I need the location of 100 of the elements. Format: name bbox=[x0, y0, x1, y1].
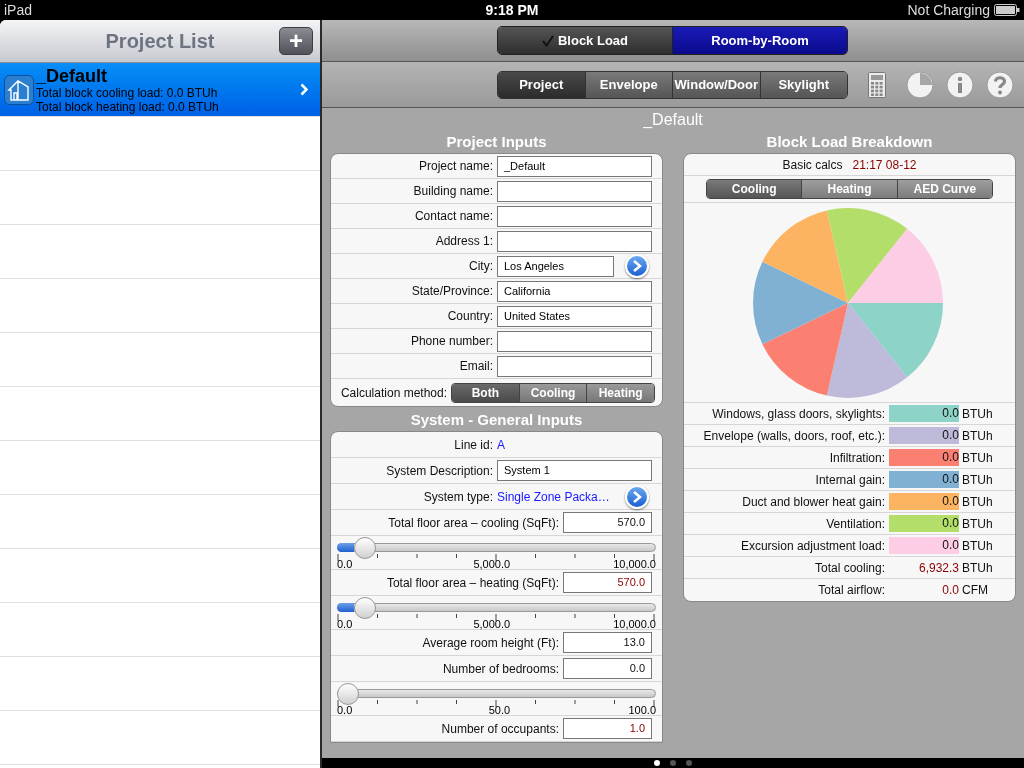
project-row[interactable]: _Default Total block cooling load: 0.0 BTUh Total block heating load: 0.0 BTUh bbox=[0, 63, 320, 117]
slider-thumb[interactable] bbox=[353, 597, 376, 619]
input-field[interactable] bbox=[497, 230, 652, 252]
method-option[interactable]: Cooling bbox=[518, 383, 587, 402]
slider-fill bbox=[337, 603, 354, 612]
total-value: 6,932.3 bbox=[917, 559, 959, 577]
field-label: Number of occupants: bbox=[440, 720, 560, 738]
section-tab[interactable]: Skylight bbox=[759, 71, 847, 98]
unit-label: BTUh bbox=[962, 449, 993, 467]
field-label: Phone number: bbox=[409, 333, 494, 350]
section-tab[interactable]: Window/Door bbox=[672, 71, 760, 98]
input-field[interactable] bbox=[497, 355, 652, 377]
pie-chart-icon[interactable] bbox=[906, 70, 934, 99]
add-button[interactable]: + bbox=[279, 27, 313, 55]
method-option[interactable]: Both bbox=[452, 383, 519, 402]
unit-label: BTUh bbox=[962, 493, 993, 511]
unit-label: BTUh bbox=[962, 471, 993, 489]
slider-track[interactable] bbox=[337, 537, 656, 559]
input-field[interactable]: United States bbox=[497, 305, 652, 327]
chevron-icon bbox=[300, 83, 308, 96]
total-label: Total cooling: bbox=[813, 559, 886, 577]
picker-value[interactable]: Single Zone Packa… bbox=[497, 487, 625, 506]
section-tab[interactable]: Project bbox=[498, 71, 585, 98]
field-label: Calculation method: bbox=[339, 384, 448, 402]
checkmark-icon bbox=[541, 34, 554, 47]
slider-thumb[interactable] bbox=[337, 683, 359, 705]
input-field[interactable]: _Default bbox=[497, 155, 652, 177]
input-field[interactable]: 570.0 bbox=[563, 512, 652, 533]
info-icon[interactable] bbox=[946, 70, 974, 99]
calc-label: Basic calcs bbox=[782, 156, 843, 174]
field-label: Contact name: bbox=[413, 208, 494, 225]
input-field[interactable]: 1.0 bbox=[563, 718, 652, 739]
help-icon[interactable] bbox=[986, 70, 1014, 99]
unit-label: CFM bbox=[962, 582, 988, 599]
unit-label: BTUh bbox=[962, 427, 993, 445]
project-name: _Default bbox=[36, 65, 108, 86]
slider-thumb[interactable] bbox=[353, 537, 376, 559]
field-label: Total floor area – heating (SqFt): bbox=[385, 574, 560, 592]
total-label: Total airflow: bbox=[817, 582, 886, 599]
field-label: System type: bbox=[422, 488, 494, 506]
field-label: Building name: bbox=[412, 183, 494, 200]
slider-max-label: 100.0 bbox=[628, 705, 656, 715]
disclosure-button[interactable] bbox=[625, 254, 649, 278]
mode-tab[interactable]: Block Load bbox=[498, 27, 672, 54]
method-option[interactable]: Heating bbox=[586, 383, 654, 402]
field-label: Country: bbox=[446, 308, 494, 325]
input-field[interactable]: System 1 bbox=[497, 460, 652, 481]
input-field[interactable]: 0.0 bbox=[563, 658, 652, 679]
field-label: Average room height (Ft): bbox=[421, 634, 560, 652]
field-label: Number of bedrooms: bbox=[441, 660, 560, 678]
input-field[interactable] bbox=[497, 205, 652, 227]
input-field[interactable]: 570.0 bbox=[563, 572, 652, 593]
battery-status: Not Charging bbox=[907, 0, 990, 20]
chevron-icon bbox=[632, 490, 642, 503]
slider-fill bbox=[337, 543, 354, 552]
cooling-load-text: Total block cooling load: 0.0 BTUh bbox=[36, 85, 219, 100]
load-label: Windows, glass doors, skylights: bbox=[711, 405, 886, 423]
slider-min-label: 0.0 bbox=[337, 619, 353, 629]
chart-tab[interactable]: Cooling bbox=[707, 180, 802, 198]
slider-mid-label: 5,000.0 bbox=[473, 559, 511, 569]
input-field[interactable] bbox=[497, 330, 652, 352]
input-field[interactable]: California bbox=[497, 280, 652, 302]
mode-tab[interactable]: Room-by-Room bbox=[672, 27, 847, 54]
load-label: Internal gain: bbox=[814, 471, 886, 489]
house-icon bbox=[4, 74, 34, 105]
load-value: 0.0 bbox=[889, 537, 959, 554]
load-value: 0.0 bbox=[889, 515, 959, 532]
disclosure-button[interactable] bbox=[625, 484, 649, 509]
calculator-icon[interactable] bbox=[868, 71, 886, 98]
load-value: 0.0 bbox=[889, 471, 959, 488]
field-value: A bbox=[497, 436, 505, 454]
section-title: Block Load Breakdown bbox=[765, 132, 934, 152]
device-name: iPad bbox=[4, 0, 33, 20]
input-field[interactable] bbox=[497, 180, 652, 202]
chevron-icon bbox=[632, 260, 642, 272]
slider-track[interactable] bbox=[337, 683, 656, 705]
load-label: Duct and blower heat gain: bbox=[741, 493, 886, 511]
load-label: Envelope (walls, doors, roof, etc.): bbox=[702, 427, 886, 445]
load-value: 0.0 bbox=[889, 493, 959, 510]
unit-label: BTUh bbox=[962, 559, 993, 577]
project-title: _Default bbox=[643, 110, 703, 130]
field-label: State/Province: bbox=[410, 283, 494, 300]
load-label: Excursion adjustment load: bbox=[739, 537, 886, 555]
input-field[interactable]: 13.0 bbox=[563, 632, 652, 653]
unit-label: BTUh bbox=[962, 537, 993, 555]
battery-icon bbox=[994, 4, 1020, 16]
field-label: System Description: bbox=[385, 462, 494, 480]
field-label: Project name: bbox=[417, 158, 494, 175]
load-label: Infiltration: bbox=[828, 449, 886, 467]
clock: 9:18 PM bbox=[485, 0, 539, 20]
slider-max-label: 10,000.0 bbox=[613, 559, 656, 569]
load-value: 0.0 bbox=[889, 427, 959, 444]
slider-mid-label: 50.0 bbox=[488, 705, 511, 715]
input-field[interactable]: Los Angeles bbox=[497, 255, 614, 277]
section-title: Project Inputs bbox=[445, 132, 548, 152]
unit-label: BTUh bbox=[962, 515, 993, 533]
section-tab[interactable]: Envelope bbox=[584, 71, 672, 98]
slider-track[interactable] bbox=[337, 597, 656, 619]
load-label: Ventilation: bbox=[825, 515, 886, 533]
slider-min-label: 0.0 bbox=[337, 559, 353, 569]
